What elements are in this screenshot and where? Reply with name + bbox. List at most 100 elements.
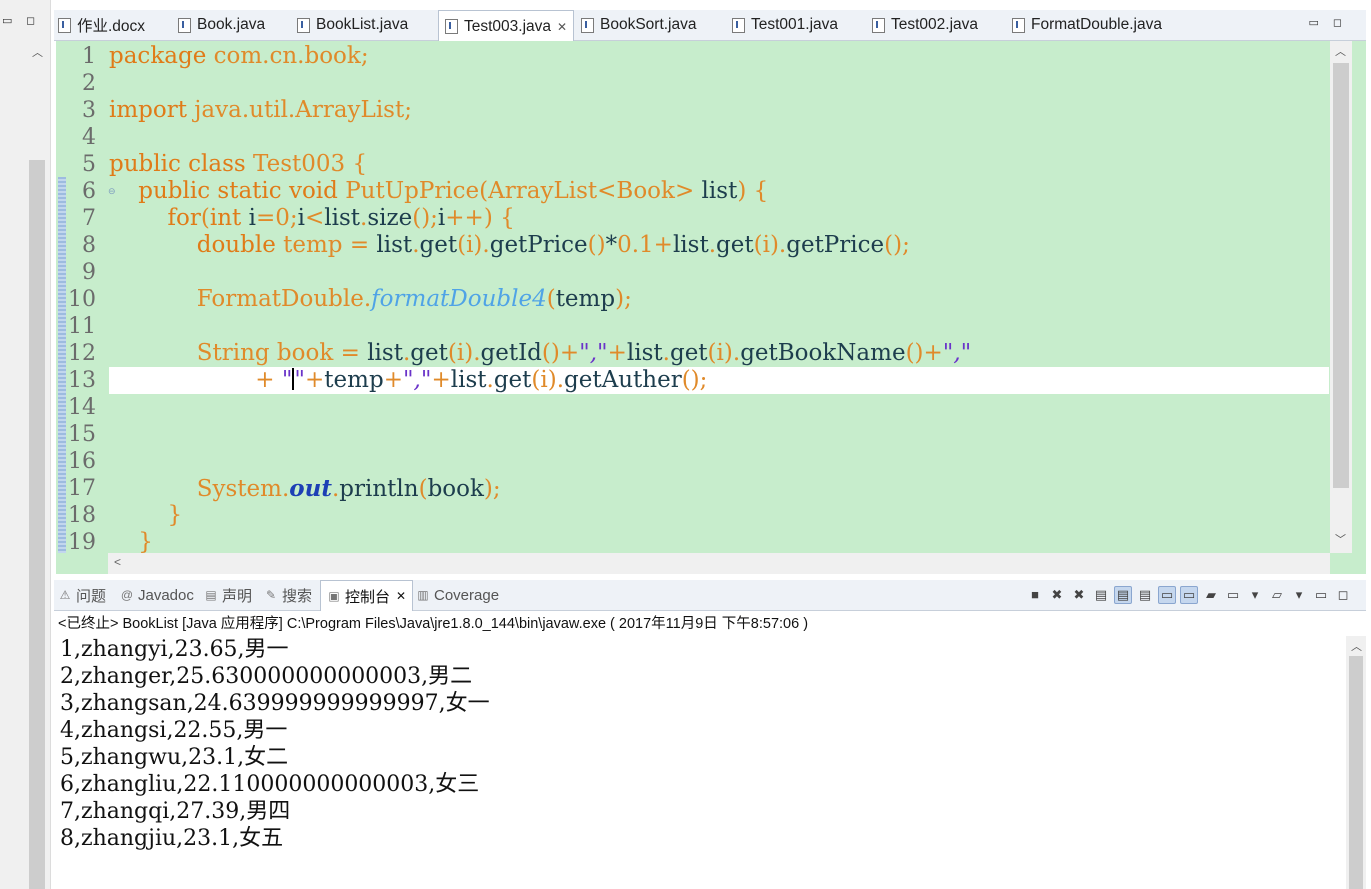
display-console-icon[interactable]: ▭ <box>1224 586 1242 604</box>
line-number: 14 <box>68 395 96 420</box>
clear-console-icon[interactable]: ▤ <box>1092 586 1110 604</box>
close-icon[interactable]: ✕ <box>557 20 567 34</box>
minimize-icon[interactable]: ▭ <box>1312 586 1330 604</box>
close-icon[interactable]: ✕ <box>396 589 406 603</box>
line-number: 2 <box>82 71 96 96</box>
chevron-down-icon[interactable]: ▾ <box>1246 586 1264 604</box>
java-file-icon <box>732 17 745 33</box>
line-number: 8 <box>82 233 96 258</box>
tab-label: FormatDouble.java <box>1031 16 1162 33</box>
code-line: } <box>167 502 183 528</box>
word-wrap-icon[interactable]: ▤ <box>1136 586 1154 604</box>
tab-label: Javadoc <box>138 586 194 604</box>
tab-label: 控制台 <box>345 588 391 606</box>
line-number: 18 <box>68 503 96 528</box>
maximize-icon[interactable]: ◻ <box>26 14 35 27</box>
terminate-icon[interactable]: ■ <box>1026 586 1044 604</box>
tab-booklist-java[interactable]: BookList.java <box>297 10 408 40</box>
chevron-down-icon[interactable]: ▾ <box>1290 586 1308 604</box>
line-number: 10 <box>68 287 96 312</box>
tab-label: 问题 <box>76 587 107 605</box>
java-file-icon <box>297 17 310 33</box>
console-output-line: 8,zhangjiu,23.1,女五 <box>60 826 284 851</box>
code-line: } <box>138 529 153 555</box>
tab-javadoc[interactable]: @ Javadoc <box>120 580 194 610</box>
remove-all-terminated-icon[interactable]: ✖ <box>1070 586 1088 604</box>
tab-test003-java[interactable]: Test003.java ✕ <box>438 10 575 42</box>
line-number: 12 <box>68 341 96 366</box>
code-editor[interactable]: 1 2 3 4 5 6 7 8 9 10 11 12 13 14 15 16 1… <box>56 41 1366 574</box>
line-number: 1 <box>82 44 96 69</box>
editor-window-controls: ▭◻ <box>1308 16 1356 29</box>
remove-launch-icon[interactable]: ✖ <box>1048 586 1066 604</box>
search-icon: ✎ <box>265 588 277 602</box>
line-number: 9 <box>82 260 96 285</box>
change-marker <box>58 177 66 553</box>
scroll-lock-icon[interactable]: ▤ <box>1114 586 1132 604</box>
coverage-icon: ▥ <box>417 588 429 602</box>
minimize-icon[interactable]: ▭ <box>1308 17 1332 29</box>
console-vertical-scrollbar[interactable]: ︿ <box>1346 636 1366 889</box>
minimize-icon[interactable]: ▭ <box>2 14 12 27</box>
line-number: 13 <box>68 368 96 393</box>
scroll-up-icon[interactable]: ︿ <box>1351 638 1362 654</box>
maximize-icon[interactable]: ◻ <box>1333 17 1356 29</box>
scroll-left-icon[interactable]: < <box>114 555 121 569</box>
tab-formatdouble-java[interactable]: FormatDouble.java <box>1012 10 1162 40</box>
java-file-icon <box>581 17 594 33</box>
tab-test002-java[interactable]: Test002.java <box>872 10 978 40</box>
tab-console[interactable]: ▣ 控制台 ✕ <box>320 580 414 611</box>
declaration-icon: ▤ <box>205 588 217 602</box>
tab-search[interactable]: ✎ 搜索 <box>264 580 312 610</box>
current-code-line: + ""+temp+","+list.get(i).getAuther(); <box>109 367 1329 394</box>
editor-vertical-scrollbar[interactable]: ︿ ﹀ <box>1330 41 1352 553</box>
line-number: 5 <box>82 152 96 177</box>
left-collapsed-panel: ▭ ◻ ︿ <box>0 0 51 889</box>
code-line: double temp = list.get(i).getPrice()*0.1… <box>196 232 910 258</box>
tab-problems[interactable]: ⚠ 问题 <box>58 580 106 610</box>
pin-console-icon[interactable]: ▰ <box>1202 586 1220 604</box>
show-on-stderr-icon[interactable]: ▭ <box>1180 586 1198 604</box>
tab-test001-java[interactable]: Test001.java <box>732 10 838 40</box>
line-number: 3 <box>82 98 96 123</box>
line-number: 7 <box>82 206 96 231</box>
code-area[interactable]: package com.cn.book; import java.util.Ar… <box>109 43 1329 556</box>
line-number: 16 <box>68 449 96 474</box>
console-output-line: 4,zhangsi,22.55,男一 <box>60 718 288 743</box>
line-number: 11 <box>68 314 96 339</box>
code-line: String book = list.get(i).getId()+","+li… <box>196 340 972 366</box>
tab-book-java[interactable]: Book.java <box>178 10 265 40</box>
tab-coverage[interactable]: ▥ Coverage <box>416 580 499 610</box>
code-line: package com.cn.book; <box>109 43 369 69</box>
console-output-line: 2,zhanger,25.630000000000003,男二 <box>60 664 473 689</box>
tab-booksort-java[interactable]: BookSort.java <box>581 10 697 40</box>
open-console-icon[interactable]: ▱ <box>1268 586 1286 604</box>
tab-declaration[interactable]: ▤ 声明 <box>204 580 252 610</box>
scroll-thumb[interactable] <box>1349 656 1363 889</box>
scroll-down-icon[interactable]: ﹀ <box>1335 531 1346 547</box>
scroll-up-icon[interactable]: ︿ <box>32 44 43 60</box>
console-process-label: <已终止> BookList [Java 应用程序] C:\Program Fi… <box>58 616 809 632</box>
line-number: 15 <box>68 422 96 447</box>
scroll-up-icon[interactable]: ︿ <box>1335 43 1346 59</box>
tab-label: Test001.java <box>751 16 839 33</box>
editor-horizontal-scrollbar[interactable]: < <box>108 553 1330 574</box>
code-line: public class Test003 { <box>109 151 368 177</box>
tab-zuoye-docx[interactable]: 作业.docx <box>58 10 145 40</box>
line-number-gutter: 1 2 3 4 5 6 7 8 9 10 11 12 13 14 15 16 1… <box>68 43 116 556</box>
tab-label: Test002.java <box>891 16 979 33</box>
scroll-thumb[interactable] <box>29 160 45 889</box>
java-file-icon <box>1012 17 1025 33</box>
show-on-stdout-icon[interactable]: ▭ <box>1158 586 1176 604</box>
code-line: System.out.println(book); <box>196 475 501 502</box>
bottom-view-tab-bar: ⚠ 问题 @ Javadoc ▤ 声明 ✎ 搜索 ▣ 控制台 ✕ ▥ Coverage ■ ✖… <box>54 580 1366 611</box>
at-icon: @ <box>120 588 134 602</box>
console-output[interactable]: 1,zhangyi,23.65,男一 2,zhanger,25.63000000… <box>56 636 1344 889</box>
console-output-line: 5,zhangwu,23.1,女二 <box>60 745 289 770</box>
maximize-icon[interactable]: ◻ <box>1334 586 1352 604</box>
scroll-thumb[interactable] <box>1333 63 1349 488</box>
left-scrollbar[interactable]: ︿ <box>28 40 46 889</box>
